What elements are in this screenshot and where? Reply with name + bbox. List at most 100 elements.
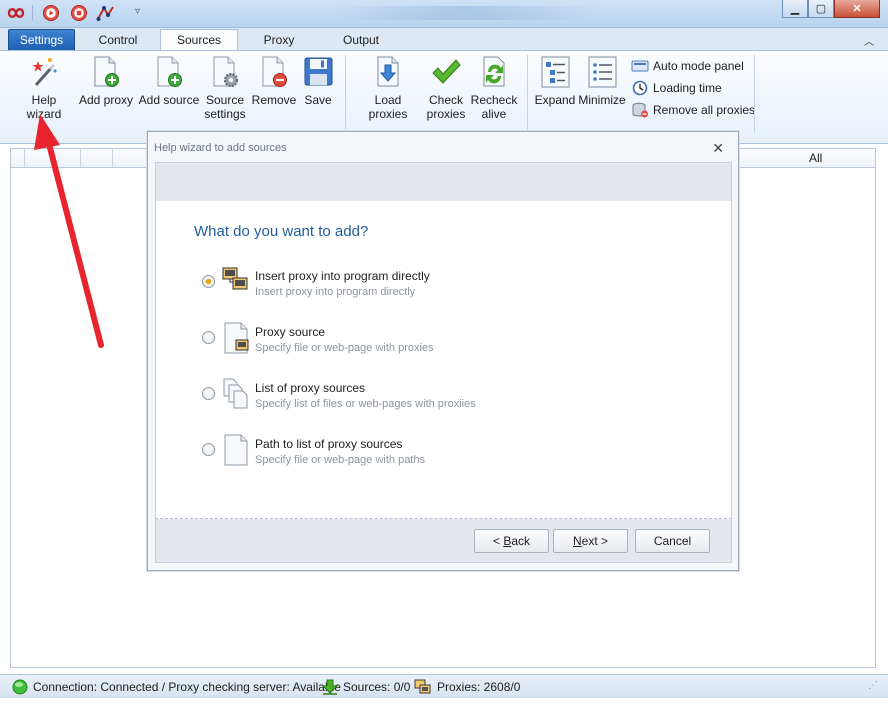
grid-column[interactable]	[25, 149, 53, 167]
back-button[interactable]: < Back	[474, 529, 549, 553]
dialog-content: What do you want to add? Insert proxy in…	[155, 201, 732, 519]
app-logo-icon	[7, 8, 25, 18]
proxies-status-text: Proxies: 2608/0	[437, 680, 521, 694]
remove-all-proxies-button[interactable]: Remove all proxies	[631, 101, 755, 119]
back-accelerator: B	[503, 534, 512, 548]
minimize-window-button[interactable]: ▁	[782, 0, 808, 18]
source-settings-label-1: Source	[205, 93, 245, 107]
next-rest: ext >	[581, 534, 609, 548]
ribbon-separator	[754, 55, 755, 133]
help-wizard-dialog: Help wizard to add sources ✕ What do you…	[147, 131, 739, 571]
resize-grip-icon[interactable]: ⋰	[868, 680, 878, 691]
panel-icon	[631, 60, 649, 72]
option-path-to-list[interactable]: Path to list of proxy sources Specify fi…	[202, 434, 682, 477]
back-rest: ack	[511, 534, 531, 548]
loading-time-button[interactable]: Loading time	[631, 79, 722, 97]
collapse-ribbon-icon[interactable]: ︿	[864, 33, 874, 48]
connection-status: Connection: Connected / Proxy checking s…	[12, 678, 341, 696]
grid-column[interactable]	[11, 149, 25, 167]
computers-icon	[222, 267, 248, 290]
option-title: Proxy source	[255, 325, 326, 339]
download-icon	[322, 679, 338, 695]
stop-icon[interactable]	[70, 4, 88, 22]
start-icon[interactable]	[42, 4, 60, 22]
add-document-icon	[94, 56, 119, 87]
tab-control[interactable]: Control	[84, 29, 152, 50]
load-proxies-label: Load proxies	[368, 93, 408, 121]
ribbon-separator	[345, 55, 346, 133]
clock-icon	[632, 80, 648, 96]
recheck-alive-label-2: alive	[481, 107, 507, 121]
tab-sources[interactable]: Sources	[160, 29, 238, 50]
magic-wand-icon	[32, 58, 57, 86]
remove-button[interactable]: Remove	[252, 55, 296, 107]
source-settings-button[interactable]: Source settings	[202, 55, 248, 121]
add-source-label: Add source	[138, 93, 200, 107]
save-button[interactable]: Save	[300, 55, 336, 107]
dialog-header-strip	[155, 162, 732, 202]
checkmark-icon	[432, 59, 461, 84]
radio-insert-proxy[interactable]	[202, 275, 215, 288]
radio-path-to-list[interactable]	[202, 443, 215, 456]
check-proxies-button[interactable]: Check proxies	[424, 55, 468, 121]
dialog-heading: What do you want to add?	[194, 223, 369, 240]
tab-proxy[interactable]: Proxy	[250, 29, 308, 50]
grid-column[interactable]	[53, 149, 81, 167]
option-insert-proxy[interactable]: Insert proxy into program directly Inser…	[202, 267, 682, 309]
expand-button[interactable]: Expand	[534, 55, 576, 107]
column-header-all[interactable]: All	[809, 151, 822, 165]
dialog-close-icon[interactable]: ✕	[712, 140, 724, 157]
auto-mode-panel-label: Auto mode panel	[653, 59, 744, 73]
option-description: Specify list of files or web-pages with …	[255, 398, 476, 410]
load-document-icon	[377, 56, 399, 87]
close-window-button[interactable]: ✕	[834, 0, 880, 18]
window-title	[330, 6, 600, 20]
option-proxy-source[interactable]: Proxy source Specify file or web-page wi…	[202, 322, 682, 365]
option-description: Insert proxy into program directly	[255, 286, 416, 298]
next-button[interactable]: Next >	[553, 529, 628, 553]
connection-status-text: Connection: Connected / Proxy checking s…	[33, 680, 341, 694]
cancel-button[interactable]: Cancel	[635, 529, 710, 553]
option-list-of-sources[interactable]: List of proxy sources Specify list of fi…	[202, 378, 682, 421]
quick-access-dropdown-icon[interactable]: ▿	[135, 6, 140, 17]
option-description: Specify file or web-page with proxies	[255, 342, 434, 354]
option-description: Specify file or web-page with paths	[255, 454, 425, 466]
tab-output[interactable]: Output	[328, 29, 394, 50]
back-prefix: <	[492, 534, 504, 548]
remove-label: Remove	[251, 93, 297, 107]
floppy-disk-icon	[304, 57, 333, 86]
minimize-button[interactable]: Minimize	[578, 55, 626, 107]
settings-document-icon	[213, 56, 239, 88]
help-wizard-button[interactable]: Help wizard	[14, 55, 74, 121]
option-title: Insert proxy into program directly	[255, 269, 430, 283]
radio-list-of-sources[interactable]	[202, 387, 215, 400]
source-settings-label-2: settings	[204, 107, 246, 121]
recheck-alive-button[interactable]: Recheck alive	[470, 55, 518, 121]
recheck-alive-label-1: Recheck	[470, 93, 518, 107]
document-icon	[224, 434, 248, 466]
grid-column[interactable]	[81, 149, 113, 167]
sources-status: Sources: 0/0	[322, 678, 410, 696]
loading-time-label: Loading time	[653, 81, 722, 95]
auto-mode-panel-button[interactable]: Auto mode panel	[631, 57, 744, 75]
add-proxy-button[interactable]: Add proxy	[78, 55, 134, 107]
add-proxy-label: Add proxy	[78, 93, 134, 107]
option-title: List of proxy sources	[255, 381, 366, 395]
status-bar: Connection: Connected / Proxy checking s…	[0, 674, 888, 698]
next-accelerator: N	[572, 534, 582, 548]
load-proxies-button[interactable]: Load proxies	[354, 55, 422, 121]
tab-settings[interactable]: Settings	[8, 29, 75, 50]
ribbon-separator	[527, 55, 528, 133]
network-icon[interactable]	[96, 4, 116, 22]
add-source-button[interactable]: Add source	[138, 55, 200, 107]
recheck-icon	[483, 56, 505, 87]
option-title: Path to list of proxy sources	[255, 437, 403, 451]
proxies-status: Proxies: 2608/0	[414, 678, 520, 696]
remove-document-icon	[262, 56, 287, 87]
maximize-window-button[interactable]: ▢	[808, 0, 834, 18]
save-label: Save	[304, 93, 332, 107]
check-proxies-label-2: proxies	[426, 107, 466, 121]
database-remove-icon	[632, 102, 648, 118]
remove-all-proxies-label: Remove all proxies	[653, 103, 756, 117]
radio-proxy-source[interactable]	[202, 331, 215, 344]
